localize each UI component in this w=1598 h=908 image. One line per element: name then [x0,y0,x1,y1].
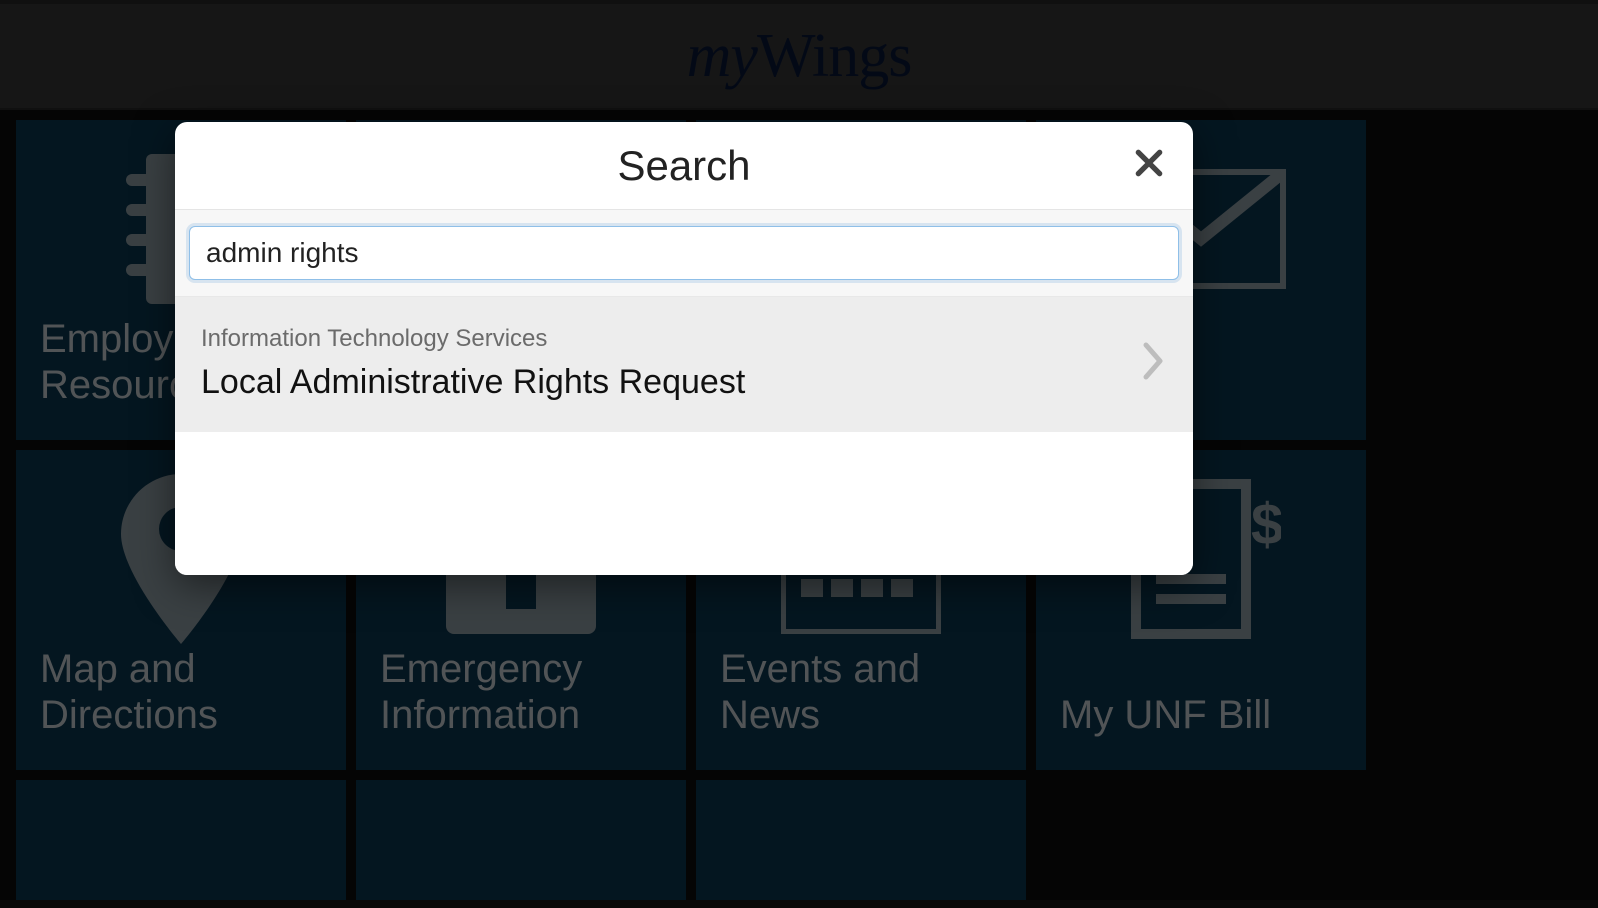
result-title: Local Administrative Rights Request [201,363,745,402]
search-result-item[interactable]: Information Technology Services Local Ad… [175,297,1193,432]
search-input[interactable] [189,226,1179,280]
modal-title: Search [617,142,750,190]
search-row [175,210,1193,297]
result-category: Information Technology Services [201,325,745,353]
modal-body [175,432,1193,575]
modal-header: Search [175,122,1193,210]
search-modal: Search Information Technology Services L… [175,122,1193,575]
close-button[interactable] [1129,146,1169,186]
chevron-right-icon [1141,341,1167,386]
close-icon [1133,147,1165,184]
result-text: Information Technology Services Local Ad… [201,325,745,402]
